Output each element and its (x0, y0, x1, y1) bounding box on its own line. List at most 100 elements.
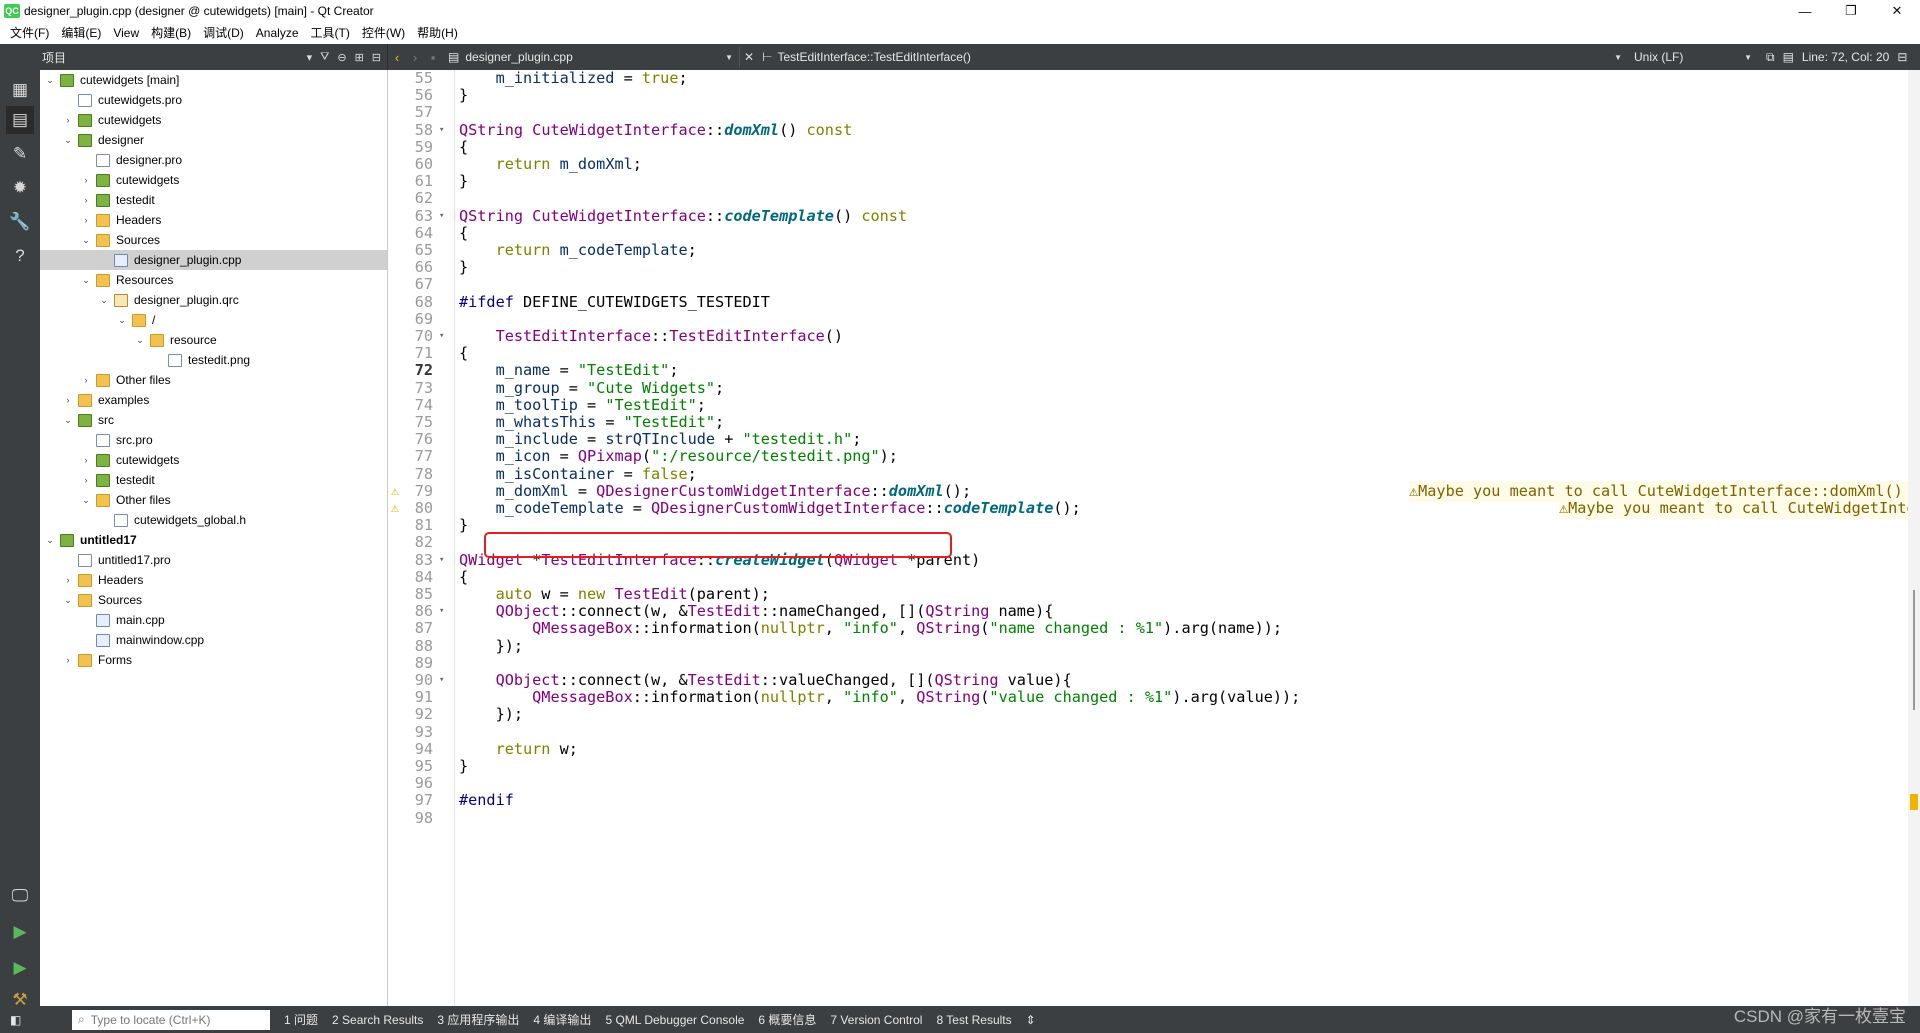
tree-item[interactable]: › Headers (40, 570, 387, 590)
tree-item[interactable]: ⌄ Sources (40, 230, 387, 250)
chevron-right-icon[interactable]: › (62, 395, 74, 405)
tree-item[interactable]: designer_plugin.cpp (40, 250, 387, 270)
welcome-grid-icon[interactable]: ▦ (6, 76, 34, 104)
tree-item[interactable]: designer.pro (40, 150, 387, 170)
chevron-right-icon[interactable]: › (80, 375, 92, 385)
back-arrow-icon[interactable]: ‹ (388, 50, 406, 65)
chevron-down-icon[interactable]: ⌄ (62, 415, 74, 426)
tree-item[interactable]: testedit.png (40, 350, 387, 370)
tab-qml-debugger-console[interactable]: 5 QML Debugger Console (605, 1013, 744, 1027)
split-icon[interactable]: ⊟ (1897, 50, 1907, 64)
design-pencil-icon[interactable]: ✎ (6, 140, 34, 168)
tree-item[interactable]: mainwindow.cpp (40, 630, 387, 650)
tree-item[interactable]: › Headers (40, 210, 387, 230)
tree-item[interactable]: ⌄ Sources (40, 590, 387, 610)
tab-issues[interactable]: 1 问题 (284, 1011, 318, 1028)
chevron-down-icon[interactable]: ⌄ (80, 275, 92, 286)
expand-arrows-icon[interactable]: ⇕ (1026, 1013, 1036, 1027)
chevron-right-icon[interactable]: › (80, 455, 92, 465)
chevron-down-icon[interactable]: ⌄ (80, 495, 92, 506)
tree-item[interactable]: main.cpp (40, 610, 387, 630)
tab-version-control[interactable]: 7 Version Control (830, 1013, 922, 1027)
menu-build[interactable]: 构建(B) (147, 22, 199, 44)
menu-view[interactable]: View (109, 22, 147, 44)
outline-icon[interactable]: ▤ (1783, 50, 1794, 64)
tree-item[interactable]: ⌄ Other files (40, 490, 387, 510)
tree-item[interactable]: ⌄ Resources (40, 270, 387, 290)
projects-wrench-icon[interactable]: 🔧 (6, 208, 34, 236)
tree-item[interactable]: › cutewidgets (40, 110, 387, 130)
code-line[interactable]: 98 (389, 808, 1908, 829)
chevron-right-icon[interactable]: › (62, 655, 74, 665)
run-icon[interactable]: ▶ (6, 918, 34, 946)
tab-general-messages[interactable]: 6 概要信息 (758, 1011, 816, 1028)
filter-icon[interactable]: ⛛ (320, 51, 329, 64)
toggle-sidebar-icon[interactable]: ◧ (10, 1013, 21, 1027)
chevron-right-icon[interactable]: › (80, 215, 92, 225)
chevron-down-icon[interactable]: ⌄ (98, 295, 110, 306)
chevron-down-icon[interactable]: ⌄ (44, 75, 56, 86)
tree-item[interactable]: untitled17.pro (40, 550, 387, 570)
tree-item[interactable]: cutewidgets.pro (40, 90, 387, 110)
tree-item[interactable]: ⌄ / (40, 310, 387, 330)
menu-tools[interactable]: 工具(T) (307, 22, 358, 44)
tree-item[interactable]: cutewidgets_global.h (40, 510, 387, 530)
tree-item[interactable]: › testedit (40, 470, 387, 490)
tree-item[interactable]: › examples (40, 390, 387, 410)
tab-compile-output[interactable]: 4 编译输出 (533, 1011, 591, 1028)
tree-item[interactable]: › Other files (40, 370, 387, 390)
tree-item[interactable]: ⌄ untitled17 (40, 530, 387, 550)
menu-file[interactable]: 文件(F) (6, 22, 57, 44)
tab-test-results[interactable]: 8 Test Results (936, 1013, 1011, 1027)
chevron-down-icon[interactable]: ⌄ (116, 315, 128, 326)
tree-item[interactable]: › Forms (40, 650, 387, 670)
close-document-icon[interactable]: ✕ (740, 50, 758, 64)
chevron-down-icon[interactable]: ⌄ (62, 595, 74, 606)
menu-help[interactable]: 帮助(H) (413, 22, 466, 44)
tree-item[interactable]: › cutewidgets (40, 170, 387, 190)
tree-item[interactable]: ⌄ designer_plugin.qrc (40, 290, 387, 310)
help-icon[interactable]: ? (6, 242, 34, 270)
maximize-icon[interactable]: ❐ (1828, 0, 1874, 22)
project-pane-title[interactable]: 项目 (42, 49, 66, 66)
minimize-icon[interactable]: — (1782, 0, 1828, 22)
debug-run-icon[interactable]: ▶ (6, 954, 34, 982)
chevron-right-icon[interactable]: › (62, 575, 74, 585)
tab-search-results[interactable]: 2 Search Results (332, 1013, 423, 1027)
open-documents-combo[interactable]: ▤ designer_plugin.cpp ▼ (442, 47, 740, 67)
tree-item[interactable]: › cutewidgets (40, 450, 387, 470)
chevron-right-icon[interactable]: › (62, 115, 74, 125)
symbol-combo[interactable]: ⊢ TestEditInterface::TestEditInterface()… (758, 47, 1628, 67)
locator-input[interactable]: ⌕ Type to locate (Ctrl+K) (72, 1009, 270, 1030)
split-editor-icon[interactable]: ⧉ (1766, 50, 1775, 65)
chevron-down-icon[interactable]: ⌄ (80, 235, 92, 246)
edit-mode-icon[interactable]: ▤ (6, 106, 34, 134)
tree-item[interactable]: ⌄ src (40, 410, 387, 430)
menu-widgets[interactable]: 控件(W) (358, 22, 413, 44)
chevron-down-icon[interactable]: ⌄ (134, 335, 146, 346)
tree-item[interactable]: src.pro (40, 430, 387, 450)
close-icon[interactable]: ✕ (1874, 0, 1920, 22)
cursor-position[interactable]: ⧉ ▤ Line: 72, Col: 20 ⊟ (1758, 50, 1907, 65)
close-pane-icon[interactable]: ⊟ (372, 51, 381, 64)
chevron-right-icon[interactable]: › (80, 195, 92, 205)
tree-item[interactable]: › testedit (40, 190, 387, 210)
forward-arrow-icon[interactable]: › (406, 50, 424, 65)
split-icon[interactable]: ⊞ (355, 51, 364, 64)
debug-bug-icon[interactable]: ✹ (6, 174, 34, 202)
chevron-down-icon[interactable]: ⌄ (44, 535, 56, 546)
target-kit-monitor-icon[interactable]: 🖵 (6, 882, 34, 910)
menu-debug[interactable]: 调试(D) (199, 22, 252, 44)
tree-item[interactable]: ⌄ designer (40, 130, 387, 150)
menu-edit[interactable]: 编辑(E) (57, 22, 109, 44)
chevron-right-icon[interactable]: › (80, 175, 92, 185)
chevron-right-icon[interactable]: › (80, 475, 92, 485)
tree-item[interactable]: ⌄ resource (40, 330, 387, 350)
tab-application-output[interactable]: 3 应用程序输出 (437, 1011, 519, 1028)
menu-analyze[interactable]: Analyze (252, 22, 307, 44)
editor-scrollbar[interactable] (1908, 70, 1920, 1006)
scrollbar-handle[interactable] (1913, 590, 1915, 710)
combo-arrow-icon[interactable]: ▾ (307, 51, 313, 64)
link-icon[interactable]: ⊖ (337, 51, 346, 64)
tree-item[interactable]: ⌄ cutewidgets [main] (40, 70, 387, 90)
